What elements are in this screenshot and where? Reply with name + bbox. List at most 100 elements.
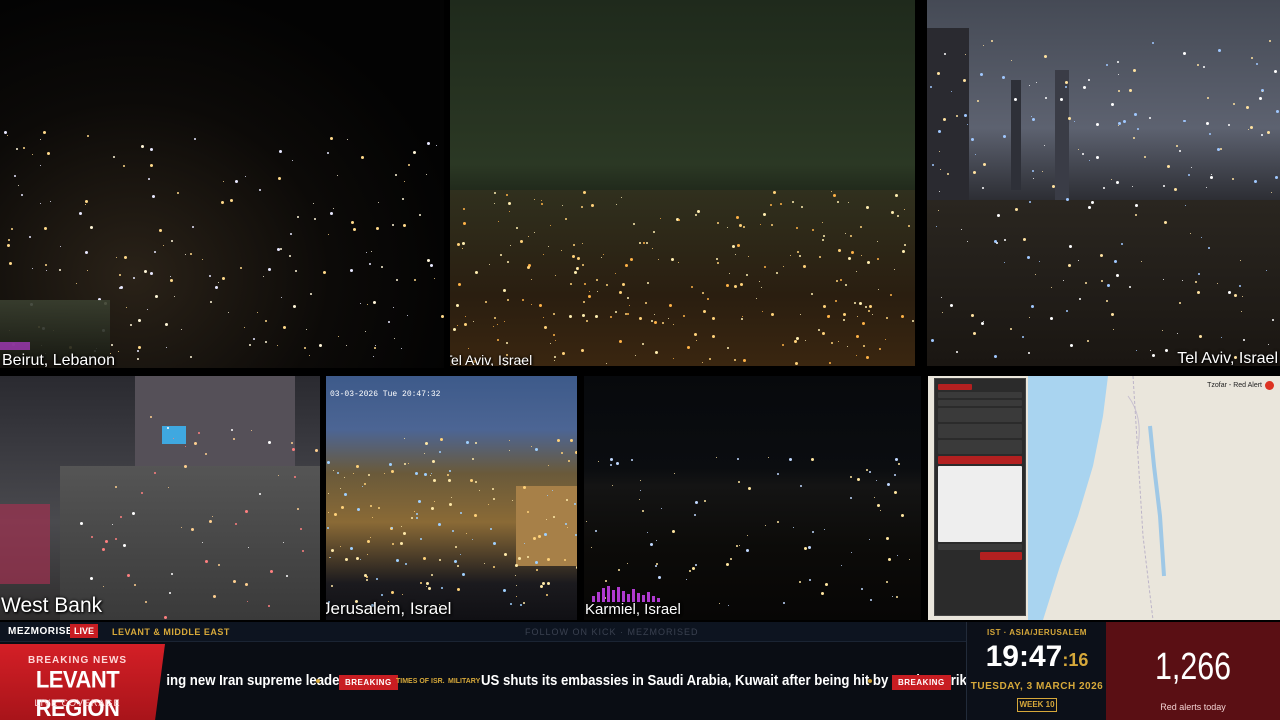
- light-point: [893, 474, 896, 477]
- feed-telaviv-2[interactable]: Tel Aviv, Israel: [927, 0, 1280, 366]
- light-point: [31, 153, 33, 155]
- light-point: [439, 450, 442, 453]
- light-point: [885, 580, 888, 583]
- feed-west-bank[interactable]: West Bank: [0, 376, 320, 620]
- light-point: [370, 536, 372, 538]
- light-point: [937, 72, 941, 76]
- light-point: [812, 228, 814, 231]
- light-point: [552, 516, 555, 519]
- light-point: [886, 317, 889, 320]
- panel-header: [938, 384, 972, 390]
- light-point: [1176, 332, 1178, 334]
- light-point: [1209, 175, 1213, 179]
- light-point: [7, 135, 9, 137]
- panel-row[interactable]: [938, 424, 1022, 438]
- light-point: [407, 163, 410, 166]
- light-point: [301, 549, 304, 552]
- light-point: [704, 500, 707, 503]
- light-point: [822, 331, 826, 335]
- light-point: [875, 479, 877, 481]
- light-point: [327, 527, 330, 530]
- light-point: [340, 505, 344, 509]
- light-point: [504, 320, 506, 322]
- alert-settings-panel[interactable]: [934, 378, 1026, 616]
- light-point: [618, 291, 622, 295]
- light-point: [265, 319, 268, 322]
- light-point: [521, 299, 524, 302]
- panel-button[interactable]: [980, 552, 1022, 560]
- light-point: [597, 461, 599, 463]
- light-point: [1273, 70, 1277, 74]
- light-point: [1238, 285, 1241, 288]
- light-point: [374, 344, 376, 346]
- light-point: [949, 303, 953, 307]
- light-point: [291, 442, 294, 445]
- light-point: [493, 541, 497, 545]
- alerts-list[interactable]: [938, 466, 1022, 542]
- light-point: [762, 311, 764, 313]
- light-point: [447, 479, 451, 483]
- light-point: [1095, 122, 1099, 126]
- light-point: [1102, 187, 1105, 190]
- light-point: [618, 339, 622, 343]
- light-point: [1133, 113, 1137, 117]
- light-point: [1128, 285, 1131, 288]
- light-point: [896, 214, 899, 217]
- light-point: [313, 217, 316, 220]
- feed-alert-map[interactable]: Tzofar - Red Alert: [928, 376, 1280, 620]
- light-point: [231, 429, 234, 432]
- light-point: [253, 337, 256, 340]
- light-point: [890, 294, 893, 297]
- light-point: [903, 208, 905, 210]
- light-point: [575, 451, 577, 455]
- light-point: [793, 527, 795, 529]
- light-point: [660, 508, 662, 510]
- panel-row[interactable]: [938, 408, 1022, 422]
- panel-row[interactable]: [938, 400, 1022, 406]
- light-point: [1195, 280, 1198, 283]
- light-point: [353, 228, 357, 232]
- news-ticker: sing new Iran supreme leader BREAKING TI…: [166, 666, 966, 696]
- light-point: [588, 295, 592, 299]
- light-point: [1009, 328, 1012, 331]
- light-point: [59, 268, 62, 271]
- light-point: [277, 176, 281, 180]
- light-point: [581, 314, 585, 318]
- panel-row[interactable]: [938, 440, 1022, 454]
- feed-jerusalem[interactable]: 03-03-2026 Tue 20:47:32 Jerusalem, Israe…: [326, 376, 577, 620]
- light-point: [140, 144, 144, 148]
- light-point: [790, 254, 792, 256]
- light-point: [418, 500, 422, 504]
- ticker-separator-icon: [868, 679, 872, 683]
- light-point: [173, 295, 175, 297]
- light-point: [527, 265, 531, 269]
- light-point: [856, 335, 860, 339]
- light-point: [606, 363, 608, 365]
- light-point: [40, 202, 42, 204]
- light-point: [343, 493, 347, 497]
- light-point: [1134, 213, 1137, 216]
- feed-telaviv-1[interactable]: Tel Aviv, Israel: [450, 0, 915, 366]
- feed-karmiel[interactable]: Karmiel, Israel: [584, 376, 921, 620]
- light-point: [431, 459, 435, 463]
- light-point: [368, 263, 371, 266]
- light-point: [1220, 336, 1222, 338]
- light-point: [399, 541, 403, 545]
- panel-row[interactable]: [938, 392, 1022, 398]
- light-point: [462, 573, 465, 577]
- light-point: [860, 225, 863, 228]
- light-point: [455, 546, 457, 549]
- light-point: [205, 560, 209, 564]
- light-point: [629, 305, 631, 307]
- light-point: [903, 244, 906, 247]
- light-point: [1276, 110, 1280, 114]
- panel-row[interactable]: [938, 544, 1022, 550]
- light-point: [782, 265, 784, 267]
- light-point: [1052, 184, 1056, 188]
- light-point: [964, 114, 968, 118]
- feed-beirut[interactable]: Beirut, Lebanon: [0, 0, 444, 368]
- light-point: [1044, 144, 1046, 146]
- light-point: [201, 542, 203, 544]
- light-point: [396, 278, 399, 281]
- light-point: [614, 273, 616, 275]
